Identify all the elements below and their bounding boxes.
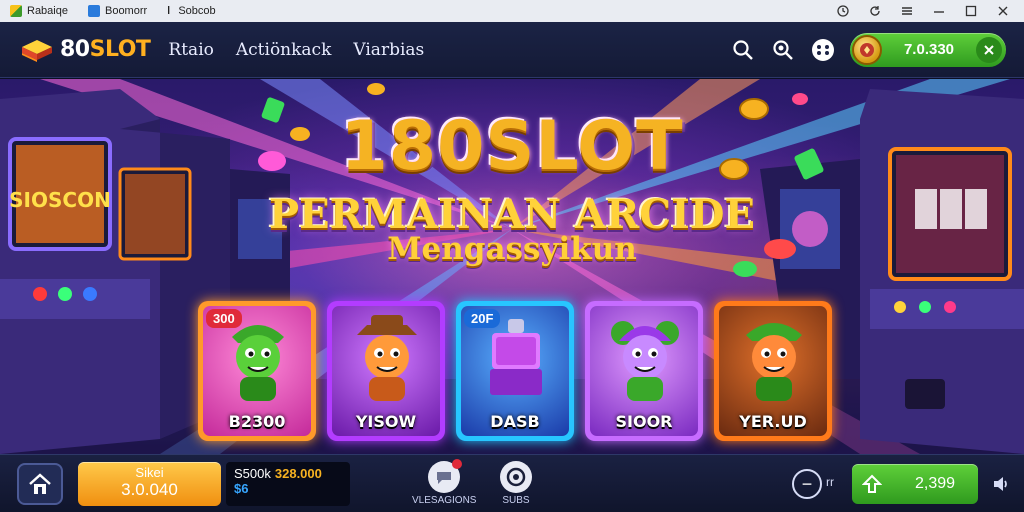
character-icon — [611, 321, 679, 401]
game-cards: 300 B2300 YISOW 20F DASB SIOOR YER.UD — [198, 301, 832, 443]
main-nav: Rtaio Actiönkack Viarbias — [168, 40, 424, 60]
window-tab-1[interactable]: Rabaiqe — [0, 0, 78, 22]
messages-label: VLESAGIONS — [412, 495, 477, 506]
window-tab-3-label: Sobcob — [178, 5, 216, 17]
nav-item-1[interactable]: Rtaio — [168, 40, 213, 60]
game-card-label: YISOW — [355, 412, 417, 431]
hero-title: 180SLOT — [340, 107, 684, 186]
nav-item-2[interactable]: Actiönkack — [236, 40, 332, 60]
game-card-5[interactable]: YER.UD — [714, 301, 832, 441]
chat-icon — [428, 459, 463, 493]
home-button[interactable] — [17, 463, 63, 505]
coin-icon — [852, 34, 882, 65]
speaker-icon[interactable] — [990, 473, 1012, 495]
win-value: 2,399 — [914, 475, 956, 492]
bet-button-value: 3.0.040 — [121, 480, 178, 499]
logo-text: 80SLOT — [60, 37, 151, 62]
stats-panel: S500k 328.000 $6 — [226, 462, 350, 506]
hero-tagline: Mengassyikun — [387, 231, 637, 267]
messages-button[interactable]: VLESAGIONS — [412, 459, 477, 506]
gamepad-icon[interactable] — [810, 37, 836, 63]
window-tab-2[interactable]: Boomorr — [78, 0, 157, 22]
balance-value: 7.0.330 — [903, 41, 955, 58]
os-title-bar: Rabaiqe Boomorr ǀ Sobcob — [0, 0, 1024, 22]
menu-icon[interactable] — [900, 4, 914, 18]
stats-sub: $6 — [234, 481, 249, 496]
logo-icon — [20, 37, 54, 63]
stats-value: 328.000 — [274, 466, 322, 481]
subs-label: SUBS — [502, 495, 530, 506]
nav-item-3[interactable]: Viarbias — [353, 40, 424, 60]
close-icon[interactable] — [996, 4, 1010, 18]
site-header: 80SLOT Rtaio Actiönkack Viarbias 7.0.330 — [0, 22, 1024, 78]
home-icon — [29, 473, 51, 494]
app-icon — [87, 5, 100, 17]
game-badge: 20F — [464, 309, 501, 328]
game-card-label: YER.UD — [739, 412, 807, 431]
arrow-up-icon — [852, 474, 892, 494]
minimize-icon[interactable] — [932, 4, 946, 18]
maximize-icon[interactable] — [964, 4, 978, 18]
game-card-label: B2300 — [228, 412, 286, 431]
game-card-1[interactable]: 300 B2300 — [198, 301, 316, 441]
subs-button[interactable]: SUBS — [500, 461, 532, 506]
target-icon — [500, 461, 532, 493]
close-icon[interactable] — [976, 36, 1002, 63]
hero-banner: SIOSCON 180SLOT PERMAINAN ARCIDE Mengass… — [0, 79, 1024, 454]
bet-button-label: Sikei — [135, 465, 164, 480]
decrease-button[interactable]: − — [792, 469, 822, 499]
window-tab-3[interactable]: ǀ Sobcob — [157, 0, 225, 22]
game-badge: 300 — [206, 309, 242, 328]
game-card-2[interactable]: YISOW — [327, 301, 445, 441]
search-icon[interactable] — [730, 37, 756, 63]
app-icon — [10, 5, 22, 17]
character-icon — [746, 323, 802, 401]
game-card-label: SIOOR — [615, 412, 673, 431]
window-tab-2-label: Boomorr — [104, 5, 148, 17]
bottom-bar: Sikei 3.0.040 S500k 328.000 $6 VLESAGIONS… — [0, 454, 1024, 512]
site-logo[interactable]: 80SLOT — [20, 37, 151, 63]
window-tab-1-label: Rabaiqe — [27, 5, 68, 17]
clock-icon[interactable] — [836, 4, 850, 18]
game-card-3[interactable]: 20F DASB — [456, 301, 574, 441]
window-tab-3-label: ǀ — [167, 5, 174, 17]
bet-button[interactable]: Sikei 3.0.040 — [78, 462, 221, 506]
game-card-label: DASB — [490, 412, 540, 431]
small-indicator: rr — [826, 475, 834, 489]
win-button[interactable]: 2,399 — [852, 464, 978, 504]
balance-pill[interactable]: 7.0.330 — [850, 32, 1006, 67]
game-card-4[interactable]: SIOOR — [585, 301, 703, 441]
character-icon — [357, 315, 417, 401]
app-window: Rabaiqe Boomorr ǀ Sobcob 80SLOT Rtaio Ac… — [0, 0, 1024, 512]
notification-dot — [452, 459, 463, 469]
stats-label: S500k — [234, 466, 271, 481]
zoom-icon[interactable] — [770, 37, 796, 63]
refresh-icon[interactable] — [868, 4, 882, 18]
